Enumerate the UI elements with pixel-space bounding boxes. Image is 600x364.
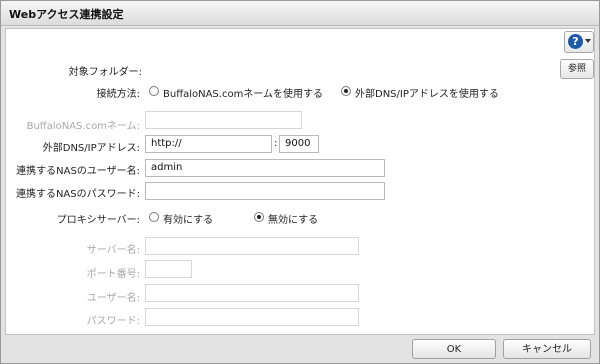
external-dns-label: 外部DNS/IPアドレス: [42, 143, 140, 154]
method-buffalonas-label[interactable]: BuffaloNAS.comネームを使用する [163, 85, 323, 100]
connection-method-label: 接続方法: [96, 89, 140, 100]
proxy-disable-label[interactable]: 無効にする [268, 211, 318, 226]
port-separator: : [274, 138, 278, 149]
proxy-server-label: プロキシサーバー: [56, 215, 140, 226]
proxy-port-label: ポート番号: [86, 269, 140, 280]
help-icon: ? [568, 34, 583, 49]
external-dns-input[interactable]: http:// [145, 135, 272, 153]
proxy-username-input[interactable] [145, 284, 359, 302]
method-external-dns-label[interactable]: 外部DNS/IPアドレスを使用する [355, 85, 499, 100]
nas-username-label: 連携するNASのユーザー名: [16, 166, 140, 177]
nas-username-input[interactable]: admin [145, 159, 385, 177]
proxy-enable-label[interactable]: 有効にする [163, 211, 213, 226]
chevron-down-icon [585, 39, 591, 43]
nas-password-input[interactable] [145, 182, 385, 200]
dialog-titlebar[interactable]: Webアクセス連携設定 [1, 1, 599, 26]
cancel-button[interactable]: キャンセル [503, 339, 591, 359]
proxy-password-input[interactable] [145, 308, 359, 326]
proxy-server-name-input[interactable] [145, 237, 359, 255]
proxy-server-name-label: サーバー名: [86, 245, 140, 256]
web-access-settings-dialog: Webアクセス連携設定 ? 参照 対象フォルダー: 接続方法: BuffaloN… [0, 0, 600, 364]
help-menu-button[interactable]: ? [564, 31, 594, 53]
nas-password-label: 連携するNASのパスワード: [15, 189, 140, 200]
buffalonas-name-input[interactable] [145, 111, 302, 129]
proxy-username-label: ユーザー名: [86, 293, 140, 304]
dialog-title: Webアクセス連携設定 [9, 8, 124, 21]
proxy-enable-radio[interactable] [149, 212, 159, 222]
buffalonas-name-label: BuffaloNAS.comネーム: [26, 121, 140, 132]
browse-button[interactable]: 参照 [560, 59, 594, 79]
target-folder-label: 対象フォルダー: [68, 67, 142, 78]
method-buffalonas-radio[interactable] [149, 86, 159, 96]
proxy-disable-radio[interactable] [254, 212, 264, 222]
external-port-input[interactable]: 9000 [279, 135, 319, 153]
settings-panel: ? 参照 対象フォルダー: 接続方法: BuffaloNAS.comネームを使用… [5, 28, 595, 335]
method-external-dns-radio[interactable] [341, 86, 351, 96]
proxy-port-input[interactable] [145, 260, 192, 278]
proxy-password-label: パスワード: [86, 316, 140, 327]
ok-button[interactable]: OK [412, 339, 496, 359]
